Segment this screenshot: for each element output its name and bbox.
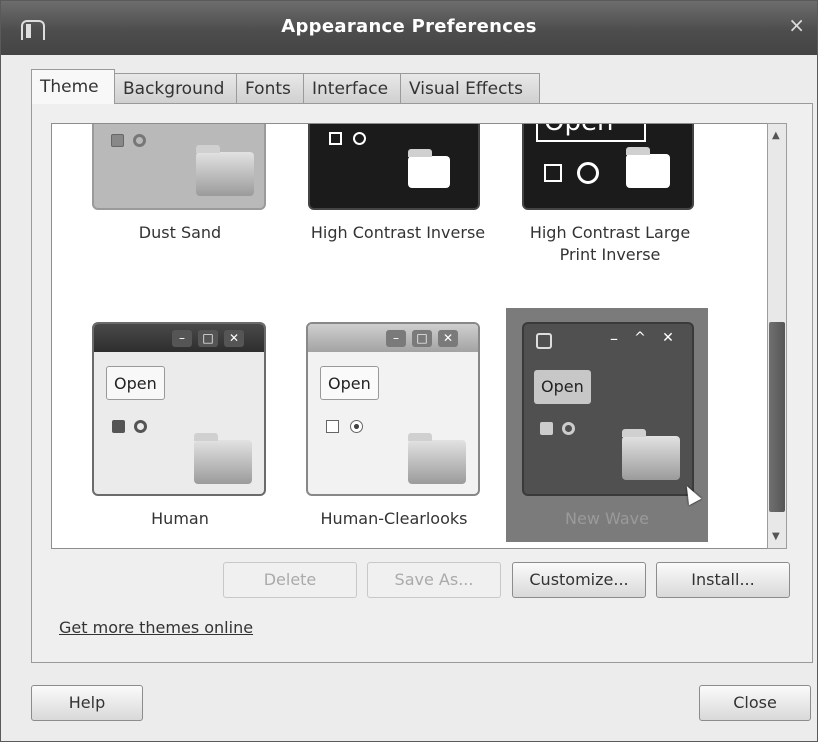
- open-button-preview: Open: [534, 370, 591, 404]
- close-button[interactable]: Close: [699, 685, 811, 721]
- title-bar[interactable]: Appearance Preferences ×: [1, 1, 817, 55]
- theme-preview: – □ ✕ Open: [92, 322, 266, 496]
- theme-item-human[interactable]: – □ ✕ Open Human: [92, 322, 268, 542]
- folder-icon: [408, 149, 450, 188]
- folder-icon: [622, 429, 680, 480]
- checkbox-icon: [112, 420, 125, 433]
- minimize-icon: –: [386, 330, 406, 347]
- radio-icon: [353, 132, 366, 145]
- minimize-icon: –: [610, 329, 618, 348]
- open-button-preview: Open: [106, 366, 165, 400]
- close-icon: ✕: [224, 330, 244, 347]
- close-icon: ✕: [438, 330, 458, 347]
- theme-list-scrollbar[interactable]: ▲ ▼: [767, 123, 787, 549]
- radio-icon: [562, 422, 575, 435]
- mini-titlebar: – ^ ✕: [524, 324, 692, 352]
- checkbox-icon: [544, 164, 562, 182]
- get-more-themes-link[interactable]: Get more themes online: [59, 618, 253, 637]
- open-button-preview: Open: [320, 366, 379, 400]
- radio-icon: [350, 420, 363, 433]
- theme-item-new-wave[interactable]: – ^ ✕ Open New Wave: [506, 308, 708, 542]
- folder-icon: [626, 147, 670, 188]
- theme-name: Dust Sand: [138, 223, 222, 242]
- theme-preview: – □ ✕ Open: [306, 322, 480, 496]
- open-button-preview: Open: [536, 124, 646, 142]
- folder-icon: [196, 145, 254, 196]
- tab-theme[interactable]: Theme: [31, 69, 115, 104]
- mini-titlebar: – □ ✕: [94, 324, 264, 352]
- checkbox-icon: [111, 134, 124, 147]
- maximize-icon: □: [412, 330, 432, 347]
- radio-icon: [134, 420, 147, 433]
- close-icon: ✕: [662, 330, 674, 346]
- tab-background[interactable]: Background: [114, 73, 237, 103]
- theme-name: Human-Clearlooks: [320, 509, 468, 528]
- theme-preview: Open: [522, 124, 694, 210]
- tab-visual-effects[interactable]: Visual Effects: [400, 73, 540, 103]
- radio-icon: [577, 162, 599, 184]
- scrollbar-thumb[interactable]: [769, 322, 785, 512]
- save-as-button[interactable]: Save As...: [367, 562, 501, 598]
- theme-preview: [308, 124, 480, 210]
- checkbox-icon: [540, 422, 553, 435]
- theme-preview: [92, 124, 266, 210]
- maximize-icon: ^: [634, 330, 646, 346]
- theme-item-human-clearlooks[interactable]: – □ ✕ Open Human-Clearlooks: [306, 322, 482, 542]
- appearance-preferences-window: Appearance Preferences × Theme Backgroun…: [0, 0, 818, 742]
- window-title: Appearance Preferences: [281, 16, 537, 37]
- theme-name: High Contrast Large Print Inverse: [529, 223, 691, 264]
- checkbox-icon: [326, 420, 339, 433]
- customize-button[interactable]: Customize...: [512, 562, 646, 598]
- scroll-up-icon[interactable]: ▲: [772, 130, 780, 141]
- delete-button[interactable]: Delete: [223, 562, 357, 598]
- theme-item-high-contrast-inverse[interactable]: High Contrast Inverse: [300, 124, 496, 284]
- theme-preview: – ^ ✕ Open: [522, 322, 694, 496]
- checkbox-icon: [329, 132, 342, 145]
- theme-name: New Wave: [565, 509, 649, 528]
- radio-icon: [133, 134, 146, 147]
- app-menu-icon: [536, 333, 552, 349]
- window-close-icon[interactable]: ×: [788, 13, 805, 37]
- mini-titlebar: – □ ✕: [308, 324, 478, 352]
- theme-name: Human: [151, 509, 209, 528]
- theme-list[interactable]: Dust Sand High Contrast Inverse Open Hig…: [51, 123, 769, 549]
- install-button[interactable]: Install...: [656, 562, 790, 598]
- scroll-down-icon[interactable]: ▼: [772, 531, 780, 542]
- minimize-icon: –: [172, 330, 192, 347]
- theme-item-dust-sand[interactable]: Dust Sand: [92, 124, 268, 284]
- folder-icon: [408, 433, 466, 484]
- tab-interface[interactable]: Interface: [303, 73, 401, 103]
- maximize-icon: □: [198, 330, 218, 347]
- folder-icon: [194, 433, 252, 484]
- theme-item-high-contrast-large-print-inverse[interactable]: Open High Contrast Large Print Inverse: [512, 124, 708, 284]
- tab-fonts[interactable]: Fonts: [236, 73, 304, 103]
- help-button[interactable]: Help: [31, 685, 143, 721]
- theme-name: High Contrast Inverse: [310, 223, 486, 242]
